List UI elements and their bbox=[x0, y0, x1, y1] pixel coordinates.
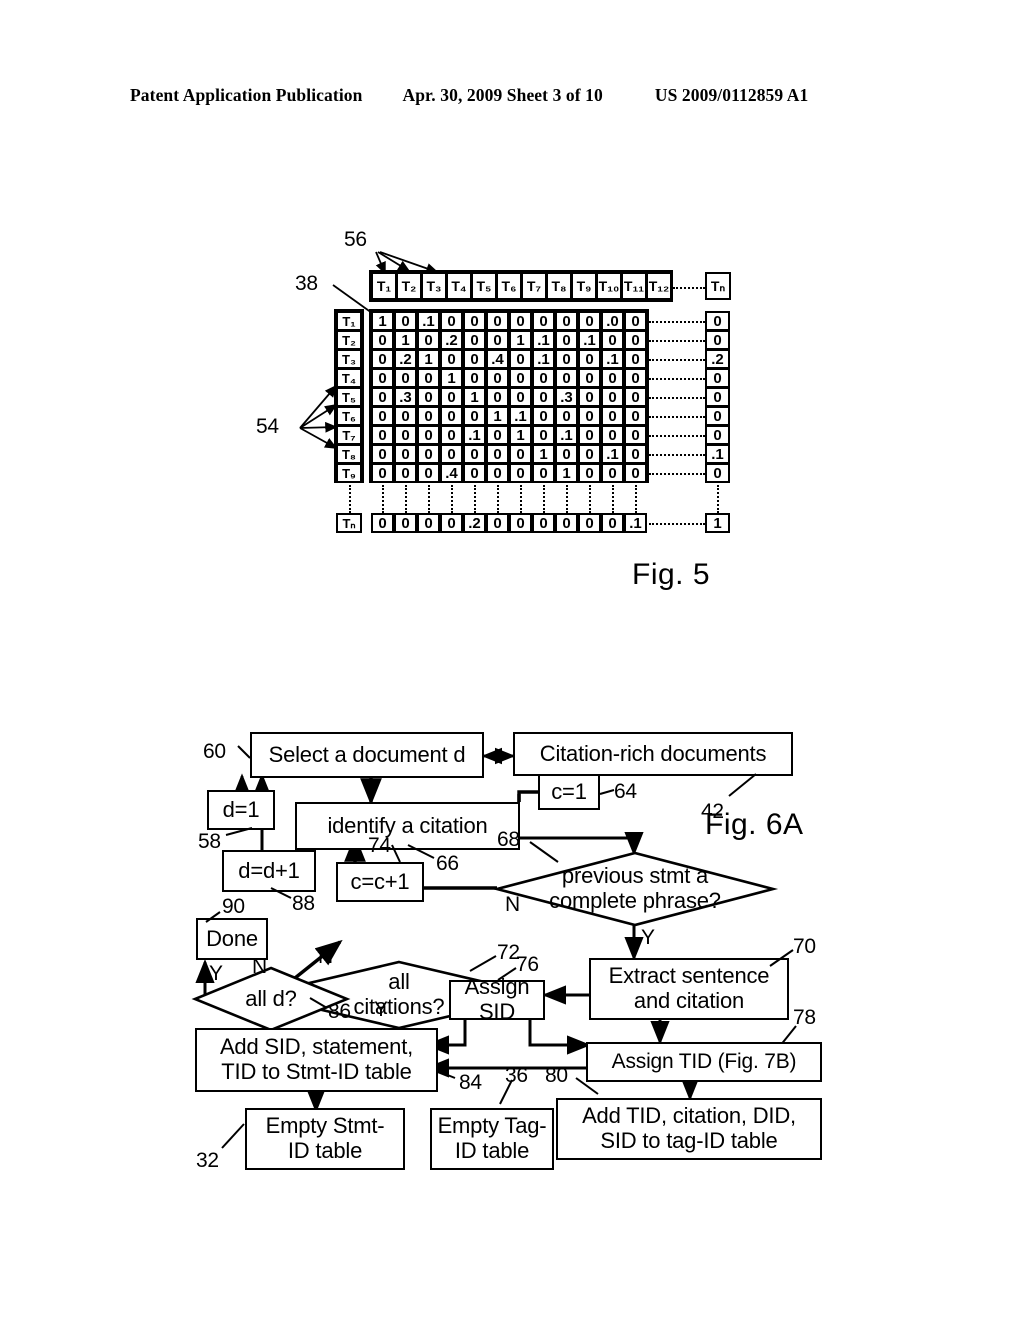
matrix-cell-last-row: .1 bbox=[624, 513, 647, 533]
figure-6a-label: Fig. 6A bbox=[705, 808, 804, 841]
node-select-document[interactable]: Select a document d bbox=[250, 732, 484, 778]
row-label-ellipsis bbox=[349, 485, 351, 513]
node-line-1: Add TID, citation, DID, bbox=[582, 1103, 796, 1129]
node-line-1: Empty Tag- bbox=[437, 1113, 547, 1139]
matrix-cell-corner: 1 bbox=[705, 513, 730, 533]
column-header-frame bbox=[369, 270, 673, 302]
node-add-sid[interactable]: Add SID, statement, TID to Stmt-ID table bbox=[195, 1028, 438, 1092]
ref-58: 58 bbox=[198, 830, 221, 853]
node-line-2: ID table bbox=[287, 1138, 363, 1163]
node-done[interactable]: Done bbox=[196, 918, 268, 960]
matrix-cell-last-col: 0 bbox=[705, 425, 730, 445]
matrix-outer-frame bbox=[369, 309, 649, 483]
node-assign-tid[interactable]: Assign TID (Fig. 7B) bbox=[586, 1042, 822, 1082]
ref-70: 70 bbox=[793, 935, 816, 958]
matrix-cell-last-col: 0 bbox=[705, 330, 730, 350]
matrix-cell-last-row: 0 bbox=[578, 513, 601, 533]
branch-label-all-d-no: N bbox=[252, 955, 268, 978]
branch-label-all-d-yes: Y bbox=[209, 962, 224, 985]
figure-5-label: Fig. 5 bbox=[632, 558, 711, 591]
row-label-last: Tₙ bbox=[336, 513, 362, 533]
matrix-cell-last-col: .2 bbox=[705, 349, 730, 369]
node-line-2: and citation bbox=[633, 988, 745, 1013]
matrix-cell-last-row: .2 bbox=[463, 513, 486, 533]
branch-label-all-citations-no: N bbox=[318, 945, 334, 968]
ref-80: 80 bbox=[545, 1064, 568, 1087]
ref-88: 88 bbox=[292, 892, 315, 915]
matrix-cell-last-row: 0 bbox=[440, 513, 463, 533]
ref-32: 32 bbox=[196, 1149, 219, 1172]
matrix-cell-last-col: 0 bbox=[705, 368, 730, 388]
figure-5: 56 38 54 T₁ T₂ T₃ T₄ T₅ T₆ T₇ T₈ T₉ T₁₀ … bbox=[0, 0, 1024, 640]
matrix-cell-last-col: 0 bbox=[705, 406, 730, 426]
ref-74: 74 bbox=[368, 834, 391, 857]
ref-54: 54 bbox=[256, 415, 279, 438]
matrix-cell-last-row: 0 bbox=[486, 513, 509, 533]
branch-label-prev-stmt-no: N bbox=[505, 893, 521, 916]
node-line-2: SID to tag-ID table bbox=[600, 1128, 778, 1153]
ref-56: 56 bbox=[344, 228, 367, 251]
node-identify-citation[interactable]: identify a citation bbox=[295, 802, 520, 850]
matrix-cell-last-col: 0 bbox=[705, 387, 730, 407]
matrix-cell-last-row: 0 bbox=[417, 513, 440, 533]
ref-66: 66 bbox=[436, 852, 459, 875]
node-line-1: Empty Stmt- bbox=[265, 1113, 385, 1139]
node-citation-rich-documents[interactable]: Citation-rich documents bbox=[513, 732, 793, 776]
ref-60: 60 bbox=[203, 740, 226, 763]
matrix-cell-last-row: 0 bbox=[394, 513, 417, 533]
node-assign-sid[interactable]: Assign SID bbox=[449, 975, 545, 1024]
node-d-init[interactable]: d=1 bbox=[207, 790, 275, 830]
ref-68: 68 bbox=[497, 828, 520, 851]
branch-label-all-citations-yes: Y bbox=[374, 998, 389, 1021]
node-c-init[interactable]: c=1 bbox=[538, 774, 600, 810]
node-line-2: TID to Stmt-ID table bbox=[221, 1059, 412, 1084]
matrix-cell-last-col: 0 bbox=[705, 311, 730, 331]
ref-86: 86 bbox=[328, 1000, 351, 1023]
matrix-cell-last-row: 0 bbox=[532, 513, 555, 533]
matrix-cell-last-row: 0 bbox=[371, 513, 394, 533]
matrix-cell-last-row: 0 bbox=[601, 513, 624, 533]
ref-38: 38 bbox=[295, 272, 318, 295]
node-d-increment[interactable]: d=d+1 bbox=[222, 850, 316, 892]
ref-64: 64 bbox=[614, 780, 637, 803]
column-header-ellipsis bbox=[673, 287, 705, 289]
node-add-tid[interactable]: Add TID, citation, DID, SID to tag-ID ta… bbox=[556, 1098, 822, 1160]
ref-36: 36 bbox=[505, 1064, 528, 1087]
row-label-frame bbox=[334, 309, 364, 483]
node-line-1: Add SID, statement, bbox=[219, 1034, 414, 1060]
node-c-increment[interactable]: c=c+1 bbox=[336, 862, 424, 902]
ref-84: 84 bbox=[459, 1071, 482, 1094]
node-empty-stmt-id-table[interactable]: Empty Stmt- ID table bbox=[245, 1108, 405, 1170]
ref-76: 76 bbox=[516, 953, 539, 976]
node-empty-tag-id-table[interactable]: Empty Tag- ID table bbox=[430, 1108, 554, 1170]
matrix-cell-last-row: 0 bbox=[509, 513, 532, 533]
node-extract-sentence[interactable]: Extract sentence and citation bbox=[589, 958, 789, 1020]
decision-previous-stmt[interactable]: previous stmt a complete phrase? bbox=[491, 851, 779, 927]
ref-90: 90 bbox=[222, 895, 245, 918]
figure-6a: Select a document d 60 Citation-rich doc… bbox=[0, 690, 1024, 1210]
branch-label-prev-stmt-yes: Y bbox=[641, 926, 656, 949]
column-header-last: Tₙ bbox=[705, 272, 731, 300]
matrix-cell-last-col: 0 bbox=[705, 463, 730, 483]
node-line-2: ID table bbox=[454, 1138, 530, 1163]
matrix-cell-last-row: 0 bbox=[555, 513, 578, 533]
matrix-cell-last-col: .1 bbox=[705, 444, 730, 464]
node-line-1: Extract sentence bbox=[608, 963, 770, 989]
ref-78: 78 bbox=[793, 1006, 816, 1029]
